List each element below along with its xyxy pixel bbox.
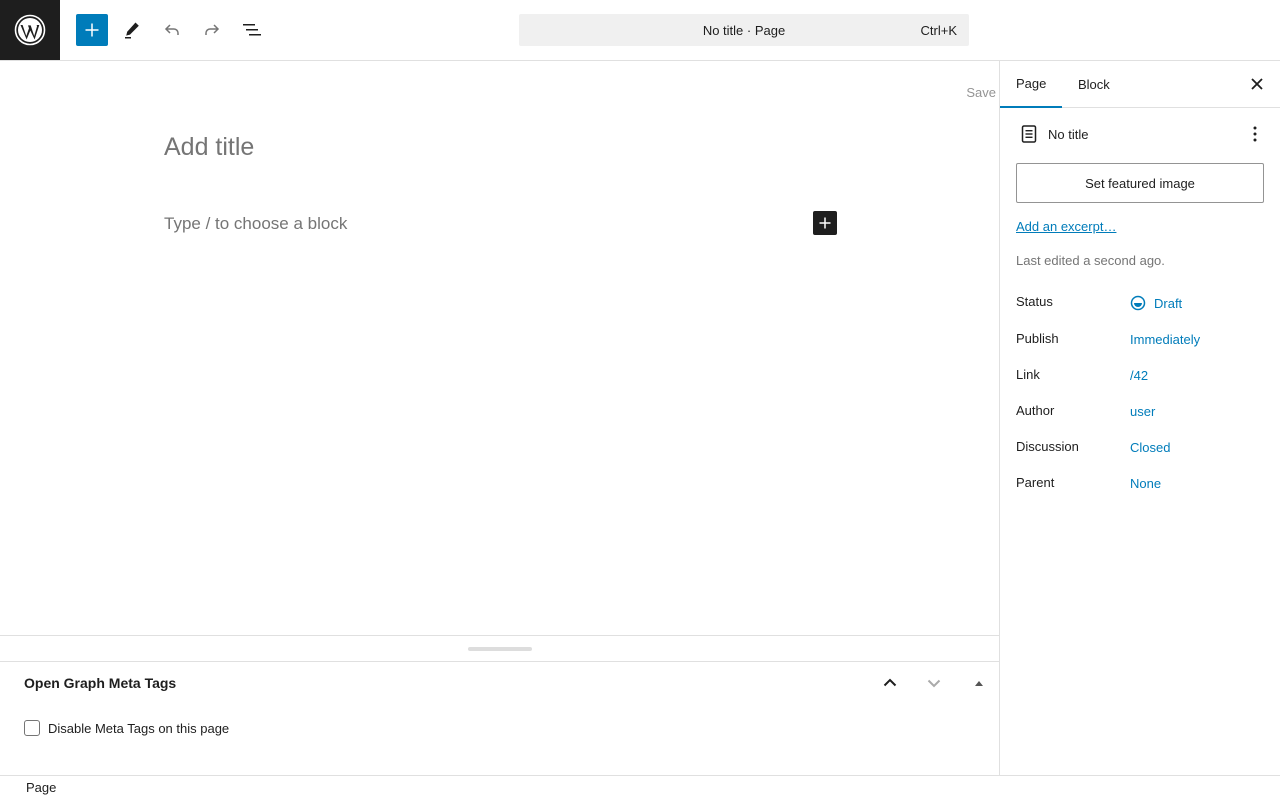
block-breadcrumb-footer: Page [0, 775, 1280, 800]
disable-meta-checkbox[interactable] [24, 720, 40, 736]
discussion-value-button[interactable]: Closed [1130, 440, 1170, 455]
discussion-row: Discussion Closed [1016, 439, 1266, 459]
tab-block[interactable]: Block [1062, 61, 1126, 108]
document-title-label: No title [1048, 126, 1089, 142]
sidebar-tabs: Page Block [1000, 61, 1280, 108]
pencil-icon [125, 22, 139, 39]
disable-meta-row: Disable Meta Tags on this page [24, 720, 229, 736]
link-value-button[interactable]: /42 [1130, 368, 1148, 383]
divider [0, 661, 999, 662]
undo-button[interactable] [156, 14, 188, 46]
move-up-button[interactable] [878, 671, 902, 695]
status-value: Draft [1154, 295, 1183, 311]
plus-icon [819, 217, 831, 229]
editor-header: No title · Page Ctrl+K [0, 0, 1280, 61]
block-inserter-button[interactable] [76, 14, 108, 46]
checkbox-label[interactable]: Disable Meta Tags on this page [48, 721, 229, 736]
close-icon [1251, 78, 1263, 90]
status-label: Status [1016, 294, 1053, 309]
tools-button[interactable] [116, 14, 148, 46]
wordpress-icon [14, 14, 46, 46]
set-featured-image-button[interactable]: Set featured image [1016, 163, 1264, 203]
tab-page[interactable]: Page [1000, 61, 1063, 108]
status-value-button[interactable]: Draft [1130, 295, 1182, 311]
last-edited-text: Last edited a second ago. [1016, 253, 1165, 268]
move-down-button[interactable] [922, 671, 946, 695]
command-palette-bar[interactable]: No title · Page Ctrl+K [519, 14, 969, 46]
inline-block-inserter-button[interactable] [813, 211, 837, 235]
chevron-down-icon [927, 679, 941, 688]
link-label: Link [1016, 367, 1040, 382]
author-value-button[interactable]: user [1130, 404, 1155, 419]
editor-canvas: Save Add title Type / to choose a block [0, 61, 999, 635]
toggle-panel-button[interactable] [967, 671, 991, 695]
author-row: Author user [1016, 403, 1266, 423]
status-row: Status Draft [1016, 294, 1266, 314]
post-title-input[interactable]: Add title [164, 133, 254, 162]
resize-handle[interactable] [468, 647, 532, 651]
list-view-button[interactable] [236, 14, 268, 46]
draft-status-icon [1130, 295, 1146, 311]
triangle-up-icon [975, 681, 983, 686]
redo-button[interactable] [196, 14, 228, 46]
parent-value-button[interactable]: None [1130, 476, 1161, 491]
list-view-icon [243, 24, 261, 36]
redo-icon [205, 24, 220, 35]
more-vertical-icon [1253, 126, 1257, 142]
wordpress-logo-button[interactable] [0, 0, 60, 60]
document-title: No title · Page [702, 22, 786, 38]
command-shortcut: Ctrl+K [920, 23, 957, 38]
publish-label: Publish [1016, 331, 1059, 346]
meta-box-title: Open Graph Meta Tags [24, 675, 177, 691]
link-row: Link /42 [1016, 367, 1266, 387]
parent-row: Parent None [1016, 475, 1266, 495]
plus-icon [85, 23, 99, 37]
more-actions-button[interactable] [1243, 122, 1267, 146]
close-settings-button[interactable] [1247, 74, 1267, 94]
meta-boxes-area: Open Graph Meta Tags Disable Meta Tags o… [0, 635, 999, 775]
save-draft-button[interactable]: Save [966, 85, 996, 100]
discussion-label: Discussion [1016, 439, 1079, 454]
add-excerpt-link[interactable]: Add an excerpt… [1016, 219, 1116, 234]
page-icon [1017, 122, 1041, 146]
document-summary: No title [1017, 122, 1267, 146]
settings-sidebar: Page Block No title Set featured image A… [999, 61, 1280, 775]
breadcrumb-item[interactable]: Page [26, 780, 56, 795]
publish-value-button[interactable]: Immediately [1130, 332, 1200, 347]
undo-icon [164, 24, 179, 35]
parent-label: Parent [1016, 475, 1055, 490]
author-label: Author [1016, 403, 1055, 418]
default-block-appender[interactable]: Type / to choose a block [164, 214, 347, 234]
publish-row: Publish Immediately [1016, 331, 1266, 351]
chevron-up-icon [883, 678, 897, 687]
